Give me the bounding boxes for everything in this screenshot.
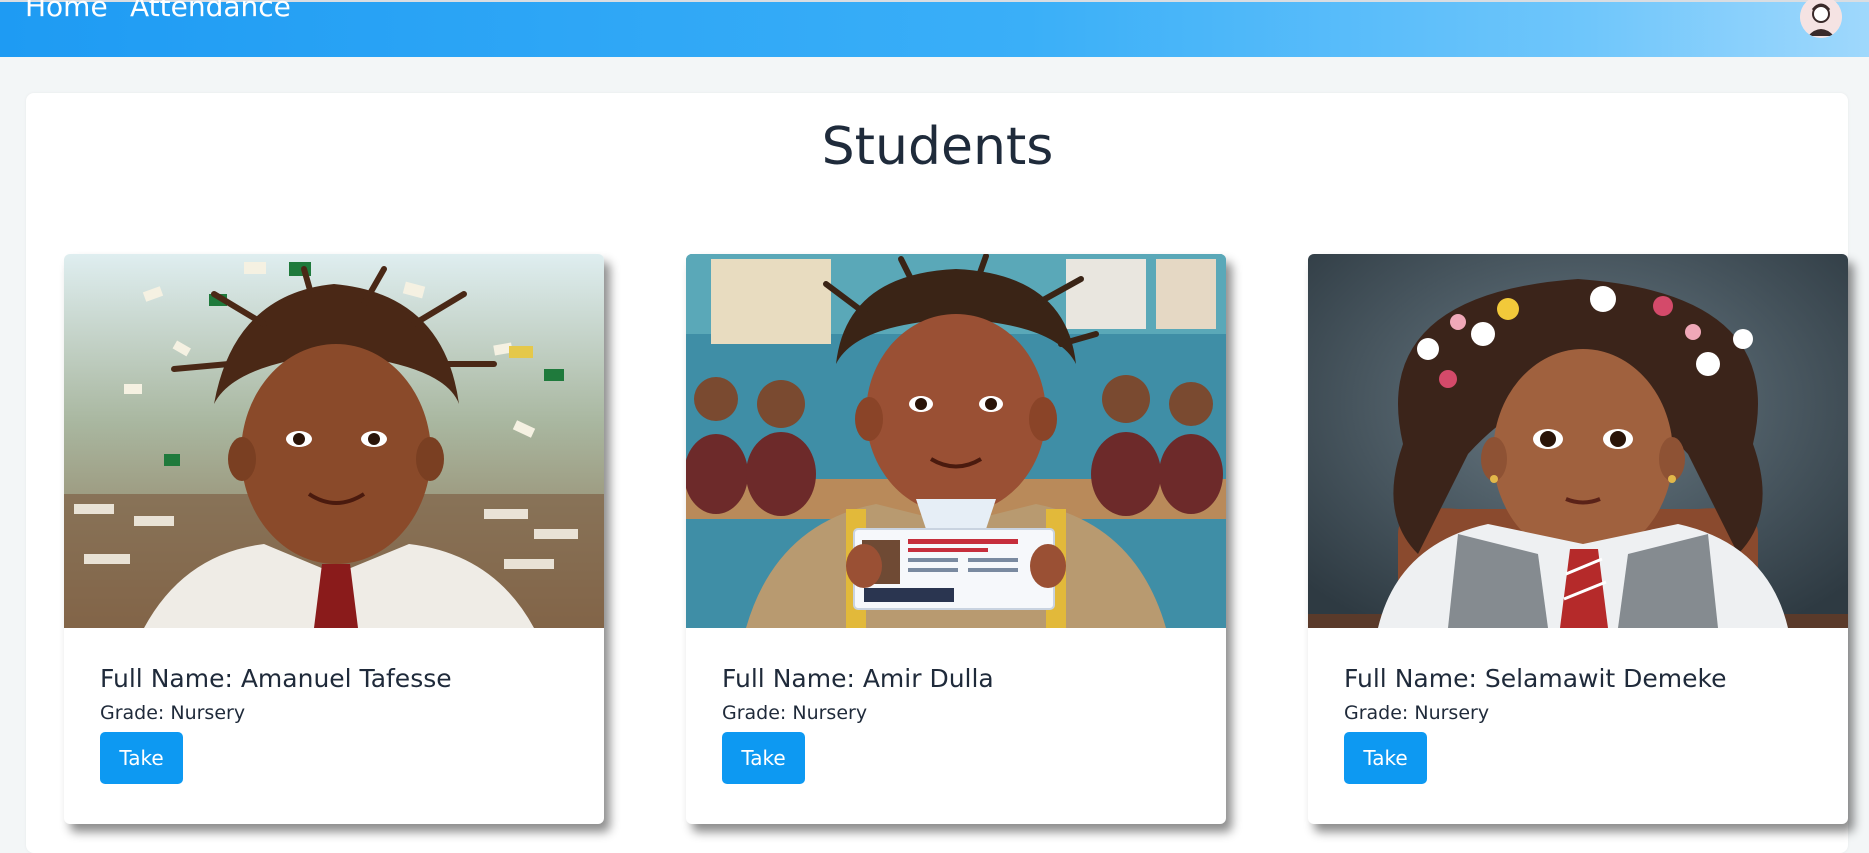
student-card-body: Full Name: Amir Dulla Grade: Nursery Tak… (722, 664, 1206, 784)
student-full-name: Full Name: Selamawit Demeke (1344, 664, 1727, 693)
take-button[interactable]: Take (100, 732, 183, 784)
top-navbar: Home Attendance (0, 0, 1869, 57)
take-button[interactable]: Take (1344, 732, 1427, 784)
student-photo (1308, 254, 1848, 628)
student-photo (64, 254, 604, 628)
page-title: Students (821, 117, 1054, 177)
nav-attendance-link[interactable]: Attendance (130, 0, 291, 23)
take-button[interactable]: Take (722, 732, 805, 784)
student-card: Full Name: Amir Dulla Grade: Nursery Tak… (686, 254, 1226, 824)
nav-home-link[interactable]: Home (25, 0, 108, 23)
user-avatar-icon[interactable] (1800, 0, 1842, 38)
student-full-name: Full Name: Amanuel Tafesse (100, 664, 452, 693)
student-photo (686, 254, 1226, 628)
student-card-body: Full Name: Selamawit Demeke Grade: Nurse… (1344, 664, 1828, 784)
student-grade: Grade: Nursery (722, 702, 868, 724)
student-card-body: Full Name: Amanuel Tafesse Grade: Nurser… (100, 664, 584, 784)
student-grade: Grade: Nursery (100, 702, 246, 724)
student-card: Full Name: Selamawit Demeke Grade: Nurse… (1308, 254, 1848, 824)
student-card: Full Name: Amanuel Tafesse Grade: Nurser… (64, 254, 604, 824)
student-grade: Grade: Nursery (1344, 702, 1490, 724)
student-full-name: Full Name: Amir Dulla (722, 664, 994, 693)
